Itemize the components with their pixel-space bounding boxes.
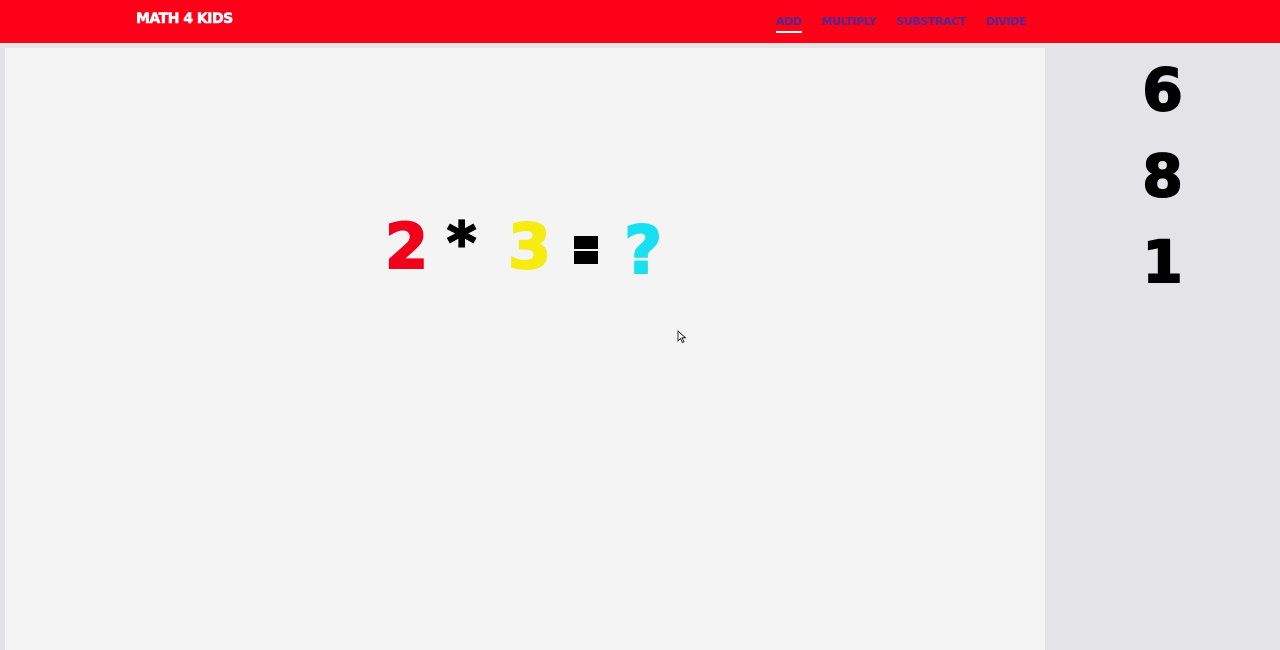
nav-link-substract[interactable]: SUBSTRACT (896, 15, 966, 32)
answer-option[interactable]: 8 (1045, 146, 1280, 206)
operand-1: 2 (384, 210, 429, 283)
operator-symbol: * (446, 211, 477, 276)
brand-logo[interactable]: MATH 4 KIDS (136, 11, 234, 28)
nav-link-divide[interactable]: DIVIDE (986, 15, 1026, 32)
nav-link-multiply[interactable]: MULTIPLY (822, 15, 877, 32)
nav-link-add[interactable]: ADD (776, 15, 802, 33)
mouse-cursor-icon (677, 330, 687, 344)
answer-options: 6 8 1 (1045, 43, 1280, 650)
answer-option[interactable]: 6 (1045, 60, 1280, 120)
nav-links: ADD MULTIPLY SUBSTRACT DIVIDE (776, 15, 1026, 33)
equation-stage: 2 * 3 ? (5, 48, 1045, 650)
operand-2: 3 (507, 210, 552, 283)
unknown-answer[interactable]: ? (623, 217, 663, 285)
equals-sign (574, 236, 598, 264)
answer-option[interactable]: 1 (1045, 232, 1280, 292)
top-navbar: MATH 4 KIDS ADD MULTIPLY SUBSTRACT DIVID… (0, 0, 1280, 43)
equation: 2 * 3 ? (5, 48, 1045, 650)
